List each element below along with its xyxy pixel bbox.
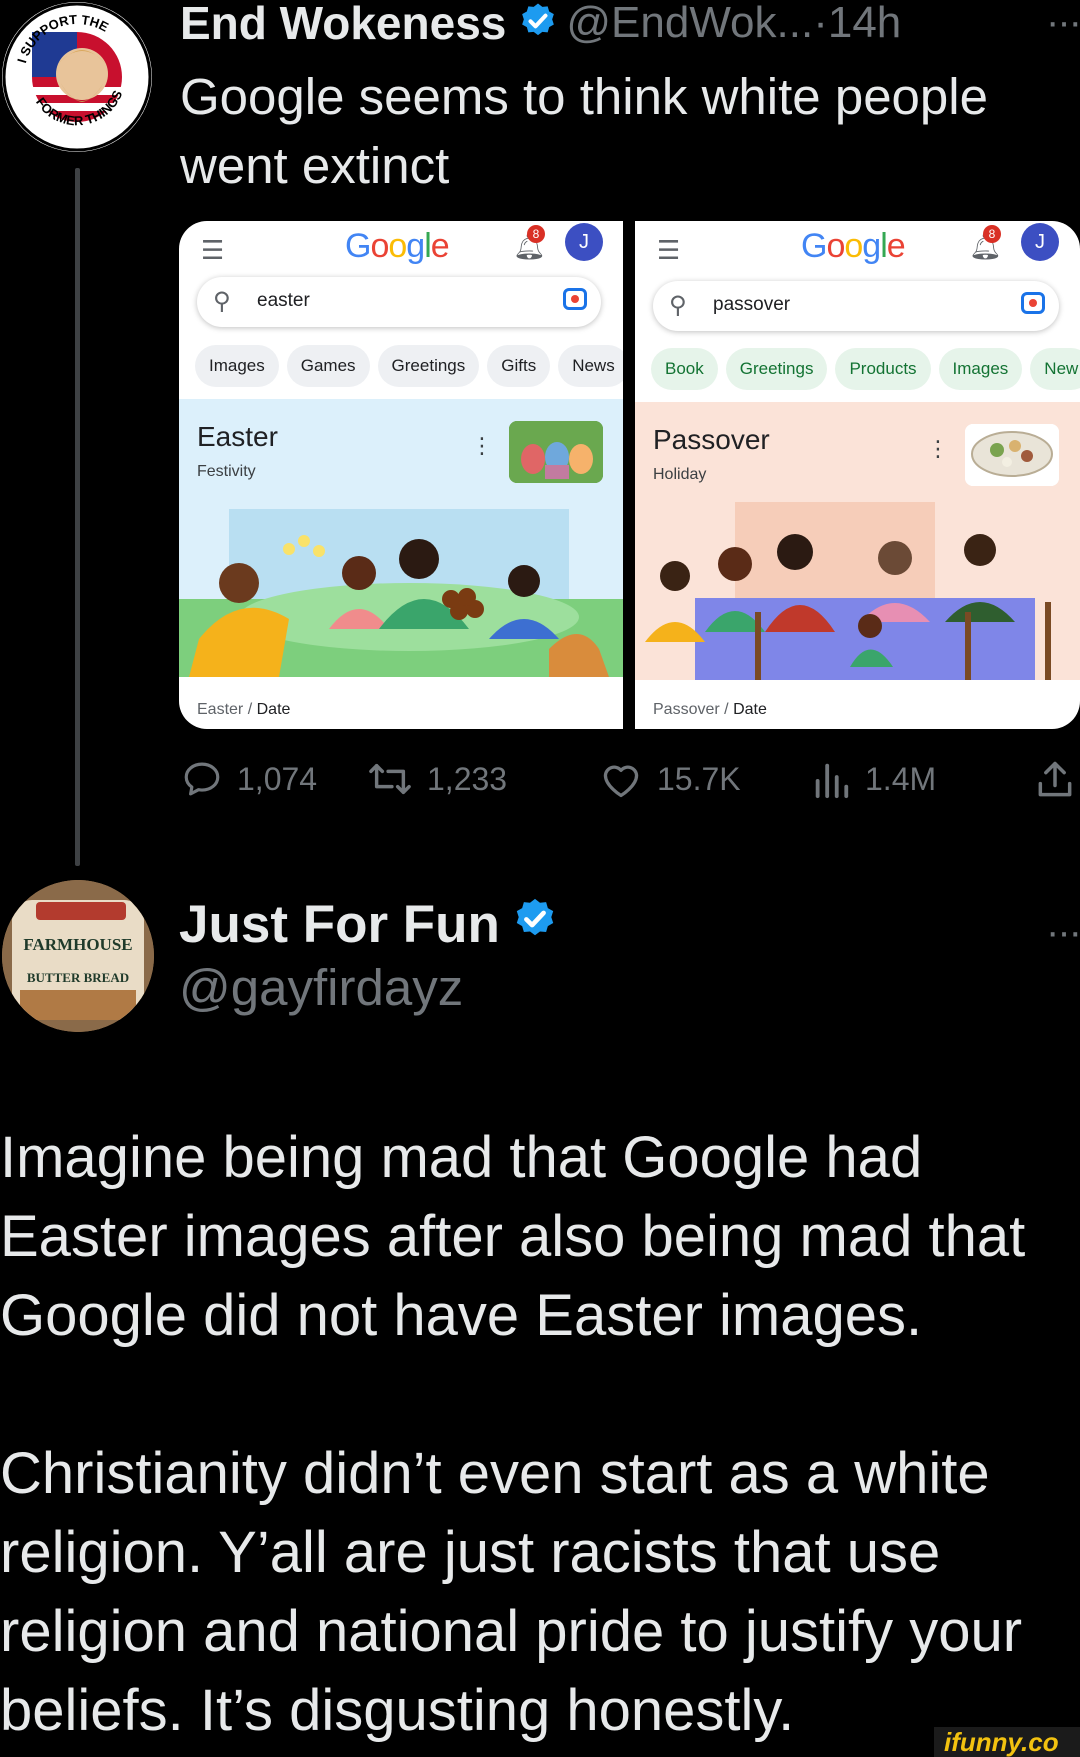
google-logo: Google	[801, 227, 906, 265]
google-header: ☰ Google 🔔︎ 8 J	[179, 221, 623, 281]
search-icon: ⚲	[669, 292, 687, 319]
lens-camera-icon	[1021, 292, 1045, 314]
chip: Images	[195, 345, 279, 387]
search-icon: ⚲	[213, 288, 231, 315]
tweet-media[interactable]: ☰ Google 🔔︎ 8 J ⚲ easter Images Games Gre…	[179, 221, 1080, 729]
knowledge-panel: Passover Holiday ⋮	[635, 402, 1080, 680]
views-button[interactable]: 1.4M	[811, 758, 936, 800]
breadcrumb: Easter / Date	[197, 701, 291, 718]
filter-chips: Images Games Greetings Gifts News	[195, 345, 623, 387]
chip: Gifts	[487, 345, 551, 387]
reply-icon	[184, 762, 220, 796]
kp-subtitle: Holiday	[653, 466, 707, 483]
avatar-badge-image: I SUPPORT THE FORMER THINGS	[2, 2, 152, 152]
chip: Greetings	[725, 348, 828, 390]
chip: Images	[938, 348, 1023, 390]
verified-badge-icon	[512, 894, 558, 955]
more-options-icon[interactable]: ···	[1046, 910, 1080, 955]
chip: Products	[835, 348, 931, 390]
author-name[interactable]: Just For Fun	[179, 894, 500, 955]
share-button[interactable]	[1033, 758, 1077, 802]
kebab-menu-icon: ⋮	[471, 433, 493, 458]
kp-subtitle: Festivity	[197, 463, 256, 480]
more-options-icon[interactable]: ···	[1046, 0, 1080, 45]
google-search-box: ⚲ passover	[653, 281, 1059, 331]
repost-count: 1,233	[427, 760, 508, 797]
share-icon	[1038, 761, 1072, 797]
reply-button[interactable]: 1,074	[181, 758, 317, 800]
tweet-paragraph: Christianity didn’t even start as a whit…	[0, 1441, 1023, 1743]
menu-icon: ☰	[201, 235, 225, 265]
thread-line	[75, 168, 80, 866]
svg-text:BUTTER BREAD: BUTTER BREAD	[27, 970, 129, 985]
repost-icon	[369, 763, 411, 795]
author-name[interactable]: End Wokeness	[180, 0, 506, 50]
lens-camera-icon	[563, 288, 587, 310]
easter-illustration	[179, 499, 623, 677]
notification-bell-icon: 🔔︎ 8	[513, 225, 547, 261]
svg-text:FARMHOUSE: FARMHOUSE	[23, 935, 132, 954]
tweet-actions: 1,074 1,233 15.7K 1.4M	[181, 758, 1080, 808]
views-bar-chart-icon	[815, 763, 849, 799]
author-handle[interactable]: @gayfirdayz	[179, 958, 463, 1017]
notification-bell-icon: 🔔︎ 8	[969, 225, 1003, 261]
tweet-body: Imagine being mad that Google had Easter…	[0, 1118, 1075, 1750]
verified-badge-icon	[518, 1, 558, 46]
kebab-menu-icon: ⋮	[927, 436, 949, 461]
media-panel-easter: ☰ Google 🔔︎ 8 J ⚲ easter Images Games Gre…	[179, 221, 623, 729]
author-name-row: Just For Fun	[179, 894, 558, 955]
breadcrumb: Passover / Date	[653, 701, 767, 718]
chip: Book	[651, 348, 718, 390]
google-header: ☰ Google 🔔︎ 8 J	[635, 221, 1080, 281]
chip: New	[1030, 348, 1080, 390]
easter-eggs-thumbnail	[509, 421, 603, 483]
filter-chips: Book Greetings Products Images New	[651, 348, 1080, 390]
tweet-header: End Wokeness @EndWok...·14h	[180, 0, 901, 50]
search-query: passover	[713, 294, 791, 315]
kp-title: Easter	[197, 421, 278, 452]
bread-bag-avatar-image: FARMHOUSE BUTTER BREAD	[2, 880, 154, 1032]
media-panel-passover: ☰ Google 🔔︎ 8 J ⚲ passover Book Greetings…	[635, 221, 1080, 729]
menu-icon: ☰	[657, 235, 681, 265]
tweet-text: Google seems to think white people went …	[180, 68, 988, 194]
seder-plate-thumbnail	[965, 424, 1059, 486]
account-avatar: J	[565, 223, 603, 261]
view-count: 1.4M	[865, 760, 937, 797]
repost-button[interactable]: 1,233	[367, 758, 507, 800]
kp-title: Passover	[653, 424, 770, 455]
avatar[interactable]: FARMHOUSE BUTTER BREAD	[2, 880, 154, 1032]
chip: Games	[286, 345, 370, 387]
author-handle-time[interactable]: @EndWok...·14h	[566, 0, 901, 48]
heart-icon	[603, 765, 639, 798]
like-button[interactable]: 15.7K	[599, 758, 741, 800]
passover-illustration	[635, 502, 1080, 680]
search-query: easter	[257, 290, 310, 311]
chip: News	[558, 345, 623, 387]
reply-count: 1,074	[237, 760, 318, 797]
ifunny-watermark: ifunny.co	[934, 1727, 1080, 1757]
google-search-box: ⚲ easter	[197, 277, 601, 327]
google-logo: Google	[345, 227, 450, 265]
tweet-paragraph: Imagine being mad that Google had Easter…	[0, 1125, 1026, 1348]
like-count: 15.7K	[657, 760, 741, 797]
avatar[interactable]: I SUPPORT THE FORMER THINGS	[2, 2, 152, 152]
chip: Greetings	[377, 345, 480, 387]
account-avatar: J	[1021, 223, 1059, 261]
knowledge-panel: Easter Festivity ⋮	[179, 399, 623, 677]
